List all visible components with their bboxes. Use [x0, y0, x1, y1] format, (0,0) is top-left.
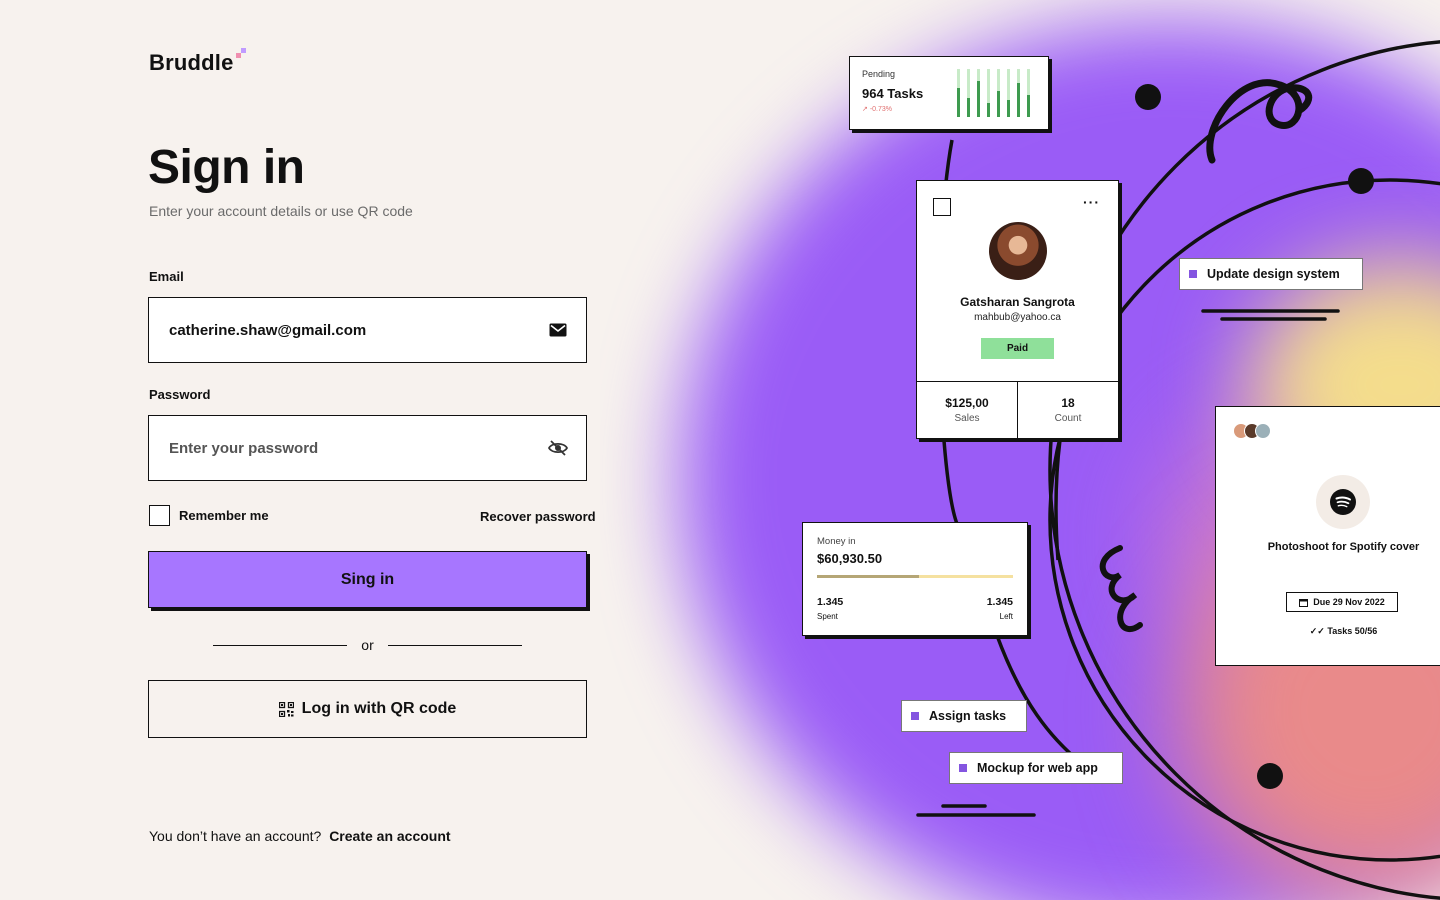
illustration-panel: Pending 964 Tasks ↗ -0.73% ··· Gatsharan… [600, 0, 1440, 900]
task-count: Tasks 50/56 [1327, 626, 1378, 636]
mail-icon [548, 320, 568, 340]
remember-me[interactable]: Remember me [149, 505, 269, 526]
eye-off-icon[interactable] [548, 438, 568, 458]
tag-assign-tasks: Assign tasks [901, 700, 1027, 732]
sales-stat: $125,00 Sales [917, 382, 1017, 438]
assignee-avatars [1233, 423, 1271, 439]
spotify-icon [1316, 475, 1370, 529]
logo-mark-icon [235, 48, 246, 58]
tag-label: Assign tasks [929, 709, 1007, 723]
remember-checkbox[interactable] [149, 505, 170, 526]
double-check-icon: ✓✓ [1309, 626, 1325, 636]
task-title: Photoshoot for Spotify cover [1267, 541, 1420, 553]
count-label: Count [1054, 413, 1082, 424]
remember-label: Remember me [179, 508, 269, 523]
tag-square-icon [959, 764, 967, 772]
avatar [989, 222, 1047, 280]
brand-logo: Bruddle [149, 48, 246, 76]
qr-code-icon [278, 701, 294, 717]
spent-value: 1.345 [817, 596, 844, 608]
money-in-card: Money in $60,930.50 1.345 Spent 1.345 Le… [802, 522, 1028, 636]
divider-line-left [213, 644, 348, 646]
due-date-badge: Due 29 Nov 2022 [1286, 592, 1398, 612]
password-label: Password [149, 387, 211, 402]
pending-delta-value: -0.73% [869, 106, 892, 113]
pending-bar [987, 69, 990, 117]
or-label: or [361, 637, 374, 653]
money-breakdown: 1.345 Spent 1.345 Left [817, 596, 1013, 621]
task-card: Photoshoot for Spotify cover Due 29 Nov … [1215, 406, 1440, 666]
profile-card: ··· Gatsharan Sangrota mahbub@yahoo.ca P… [916, 180, 1119, 439]
pending-tasks-card: Pending 964 Tasks ↗ -0.73% [849, 56, 1049, 130]
sales-label: Sales [954, 413, 980, 424]
tag-square-icon [911, 712, 919, 720]
left-label: Left [999, 612, 1013, 621]
pending-bar [977, 69, 980, 117]
sign-in-button[interactable]: Sing in [148, 551, 587, 608]
tag-label: Update design system [1207, 267, 1340, 281]
task-progress: ✓✓ Tasks 50/56 [1216, 626, 1440, 637]
money-progress-fill [817, 575, 919, 578]
tag-mockup-web-app: Mockup for web app [949, 752, 1123, 784]
pending-bar [1017, 69, 1020, 117]
due-date: Due 29 Nov 2022 [1313, 597, 1385, 607]
recover-password-link[interactable]: Recover password [480, 509, 596, 524]
tag-update-design-system: Update design system [1179, 258, 1363, 290]
qr-login-label: Log in with QR code [301, 700, 457, 717]
profile-select-checkbox[interactable] [933, 198, 951, 216]
profile-stats: $125,00 Sales 18 Count [917, 381, 1118, 438]
pending-mini-chart [957, 69, 1030, 117]
page-subtitle: Enter your account details or use QR cod… [149, 203, 413, 219]
calendar-icon [1299, 598, 1309, 607]
more-options-icon[interactable]: ··· [1083, 194, 1100, 210]
profile-email: mahbub@yahoo.ca [974, 312, 1061, 323]
pending-bar [1007, 69, 1010, 117]
money-value: $60,930.50 [817, 551, 883, 566]
email-input[interactable] [169, 321, 548, 339]
count-value: 18 [1061, 396, 1075, 410]
brand-name: Bruddle [149, 50, 234, 75]
status-badge: Paid [981, 338, 1054, 359]
sales-value: $125,00 [945, 396, 989, 410]
spent-stat: 1.345 Spent [817, 596, 843, 621]
page-title: Sign in [148, 141, 305, 194]
pending-bar [1027, 69, 1030, 117]
money-progress-bar [817, 575, 1013, 578]
pending-bar [957, 69, 960, 117]
signup-prompt: You don’t have an account? Create an acc… [149, 828, 451, 844]
spent-label: Spent [817, 612, 838, 621]
signup-prompt-text: You don’t have an account? [149, 828, 322, 844]
avatar [1255, 423, 1271, 439]
profile-name: Gatsharan Sangrota [960, 295, 1075, 309]
email-field-box[interactable] [148, 297, 587, 363]
pending-bar [997, 69, 1000, 117]
pending-bar [967, 69, 970, 117]
left-stat: 1.345 Left [987, 596, 1013, 621]
or-divider: or [213, 636, 523, 654]
count-stat: 18 Count [1017, 382, 1118, 438]
password-input[interactable] [169, 439, 548, 457]
divider-line-right [387, 644, 523, 646]
create-account-link[interactable]: Create an account [329, 828, 450, 844]
money-label: Money in [817, 536, 856, 547]
tag-label: Mockup for web app [977, 761, 1098, 775]
tag-square-icon [1189, 270, 1197, 278]
email-label: Email [149, 269, 184, 284]
password-field-box[interactable] [148, 415, 587, 481]
left-value: 1.345 [986, 596, 1013, 608]
qr-login-button[interactable]: Log in with QR code [148, 680, 587, 738]
